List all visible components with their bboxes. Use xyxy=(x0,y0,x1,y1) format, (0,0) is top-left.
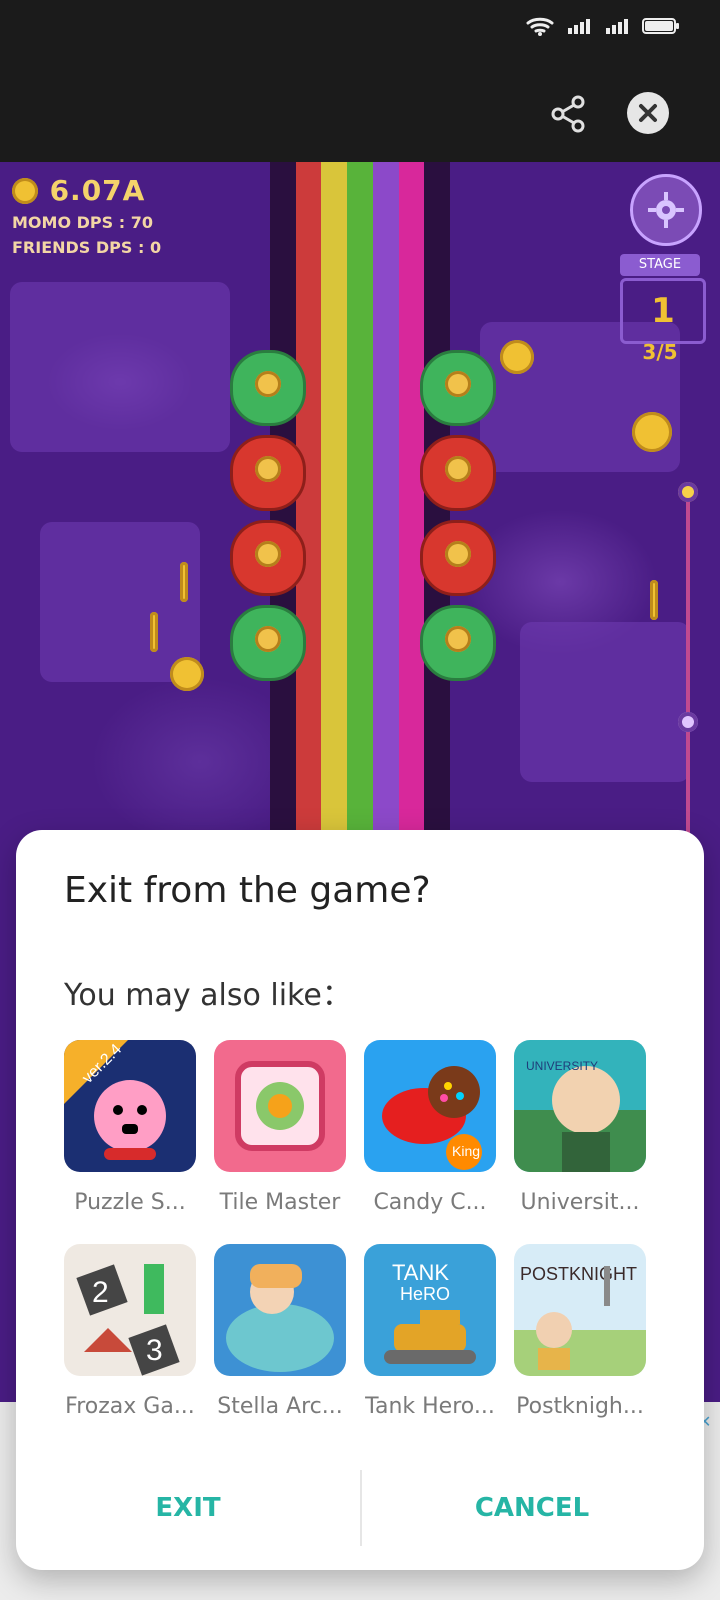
postknight-app-icon: POSTKNIGHT xyxy=(514,1244,646,1376)
rail-dot xyxy=(678,712,698,732)
friends-dps: FRIENDS DPS : 0 xyxy=(12,238,162,257)
app-label: Postknigh... xyxy=(516,1394,644,1419)
enemy-eye xyxy=(445,541,471,567)
university-app-icon: UNIVERSITY xyxy=(514,1040,646,1172)
enemy-eye xyxy=(255,541,281,567)
enemy[interactable] xyxy=(420,350,496,426)
close-button[interactable] xyxy=(627,92,669,134)
rock-decoration xyxy=(40,522,200,682)
app-label: Candy C... xyxy=(373,1190,487,1215)
status-icons xyxy=(526,16,680,36)
app-tile-postknight[interactable]: POSTKNIGHT Postknigh... xyxy=(514,1244,646,1419)
app-label: Tank Hero... xyxy=(365,1394,495,1419)
tank-hero-app-icon: TANK HeRO xyxy=(364,1244,496,1376)
enemy[interactable] xyxy=(420,605,496,681)
top-toolbar xyxy=(0,66,720,162)
app-tile-tank-hero[interactable]: TANK HeRO Tank Hero... xyxy=(364,1244,496,1419)
gear-icon xyxy=(648,192,684,228)
enemy-eye xyxy=(255,456,281,482)
app-label: Frozax Ga... xyxy=(65,1394,195,1419)
app-tile-tile-master[interactable]: Tile Master xyxy=(214,1040,346,1215)
king-badge: King xyxy=(452,1143,480,1159)
app-label: Universit... xyxy=(520,1190,640,1215)
app-label: Tile Master xyxy=(219,1190,341,1215)
tank-title-line2: HeRO xyxy=(400,1284,450,1304)
status-bar xyxy=(0,0,720,66)
app-tile-frozax[interactable]: 2 3 Frozax Ga... xyxy=(64,1244,196,1419)
coin xyxy=(170,657,204,691)
battery-icon xyxy=(642,18,679,34)
puzzle-app-icon: ver.2.4 xyxy=(64,1040,196,1172)
enemy-eye xyxy=(445,626,471,652)
exit-dialog: Exit from the game? You may also like： v… xyxy=(16,830,704,1570)
share-button[interactable] xyxy=(548,94,588,134)
enemy-eye xyxy=(445,456,471,482)
coin xyxy=(180,562,188,602)
frozax-number-2: 2 xyxy=(92,1276,109,1309)
rock-decoration xyxy=(520,622,690,782)
coin xyxy=(500,340,534,374)
close-icon xyxy=(639,104,657,122)
coin xyxy=(632,412,672,452)
coin-icon xyxy=(12,177,38,204)
gold-amount: 6.07A xyxy=(49,174,146,207)
university-badge: UNIVERSITY xyxy=(526,1059,598,1073)
share-icon xyxy=(551,95,585,133)
coin xyxy=(650,580,658,620)
dialog-title: Exit from the game? xyxy=(64,870,431,911)
wifi-icon xyxy=(526,17,554,36)
enemy[interactable] xyxy=(230,520,306,596)
rock-decoration xyxy=(10,282,230,452)
stage-indicator: STAGE 1 3/5 xyxy=(620,254,706,366)
settings-button[interactable] xyxy=(630,174,702,246)
app-tile-stella[interactable]: Stella Arc... xyxy=(214,1244,346,1419)
enemy-eye xyxy=(255,371,281,397)
signal-icon xyxy=(568,19,590,34)
coin xyxy=(150,612,158,652)
candy-app-icon: King xyxy=(364,1040,496,1172)
enemy[interactable] xyxy=(230,435,306,511)
app-label: Puzzle S... xyxy=(74,1190,186,1215)
signal-icon-2 xyxy=(606,19,628,34)
dialog-actions: EXIT CANCEL xyxy=(16,1450,704,1570)
app-tile-university[interactable]: UNIVERSITY Universit... xyxy=(514,1040,646,1215)
rail-dot xyxy=(678,482,698,502)
tank-title-line1: TANK xyxy=(392,1260,449,1285)
frozax-app-icon: 2 3 xyxy=(64,1244,196,1376)
stage-label: STAGE xyxy=(620,254,700,276)
app-label: Stella Arc... xyxy=(217,1394,343,1419)
tile-master-app-icon xyxy=(214,1040,346,1172)
momo-dps: MOMO DPS : 70 xyxy=(12,213,153,232)
app-tile-puzzle[interactable]: ver.2.4 Puzzle S... xyxy=(64,1040,196,1215)
app-tile-candy[interactable]: King Candy C... xyxy=(364,1040,496,1215)
enemy-eye xyxy=(255,626,281,652)
postknight-title: POSTKNIGHT xyxy=(520,1264,637,1284)
exit-button[interactable]: EXIT xyxy=(16,1480,360,1536)
enemy[interactable] xyxy=(420,435,496,511)
frozax-number-3: 3 xyxy=(146,1334,163,1367)
recommendations-title: You may also like： xyxy=(64,978,352,1013)
enemy[interactable] xyxy=(230,605,306,681)
gold-hud: 6.07A MOMO DPS : 70 FRIENDS DPS : 0 xyxy=(12,174,161,257)
enemy[interactable] xyxy=(420,520,496,596)
stage-number: 1 xyxy=(620,278,706,344)
stella-app-icon xyxy=(214,1244,346,1376)
cancel-button[interactable]: CANCEL xyxy=(360,1480,704,1536)
enemy-eye xyxy=(445,371,471,397)
enemy[interactable] xyxy=(230,350,306,426)
stage-progress: 3/5 xyxy=(642,340,678,364)
